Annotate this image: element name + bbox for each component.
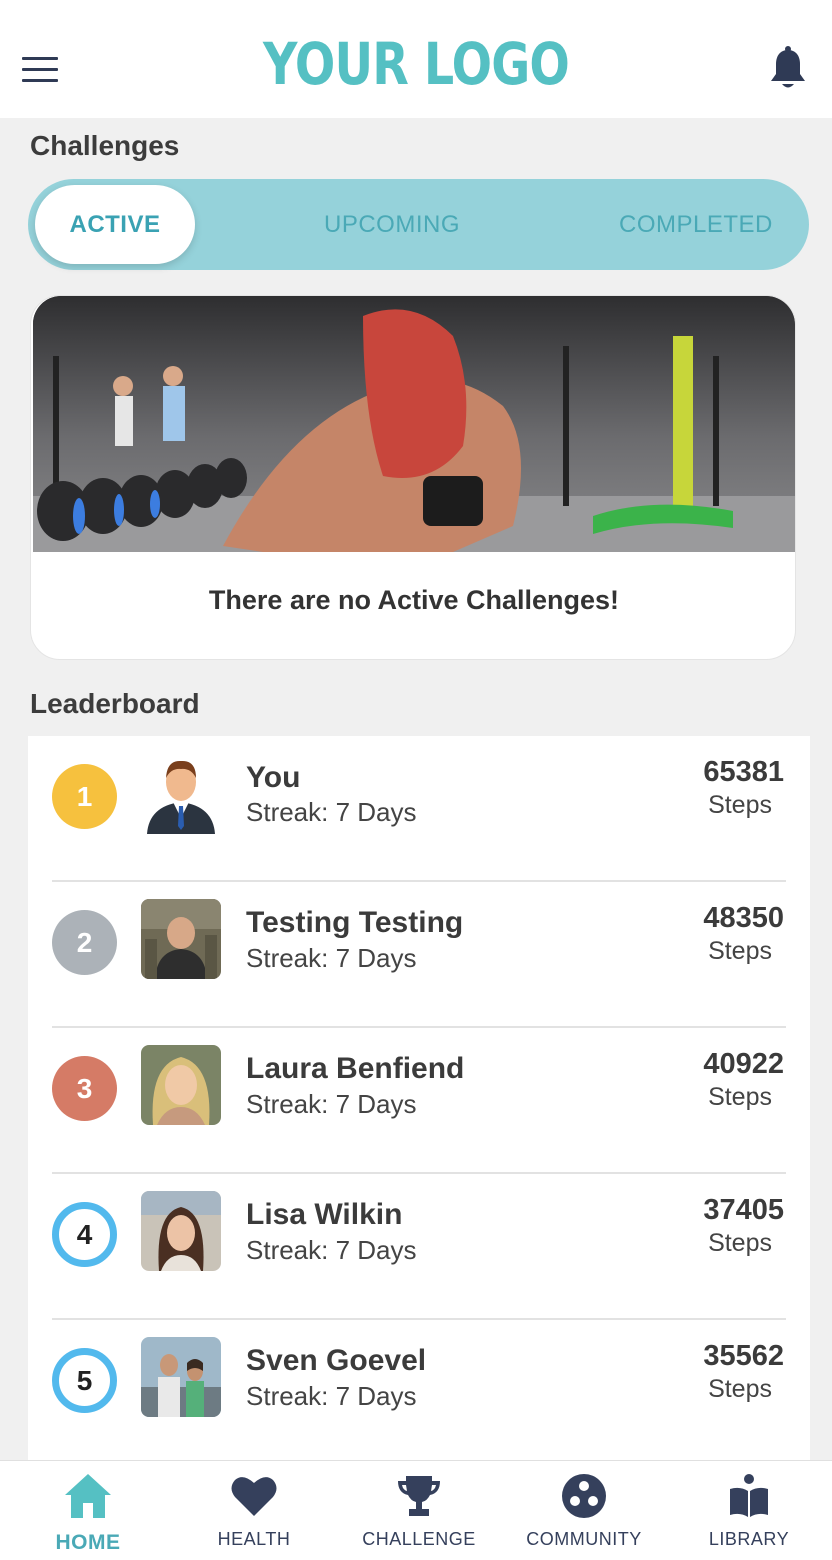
user-streak: Streak: 7 Days bbox=[246, 797, 417, 827]
rank-badge: 3 bbox=[52, 1056, 117, 1121]
avatar bbox=[141, 1191, 221, 1271]
steps-count: 37405 bbox=[703, 1194, 784, 1226]
bottom-navigation: HOME HEALTH CHALLENGE COMMUNITY LIBRARY bbox=[0, 1460, 832, 1560]
rank-badge: 2 bbox=[52, 910, 117, 975]
user-name: Sven Goevel bbox=[246, 1344, 427, 1377]
tab-active[interactable]: ACTIVE bbox=[35, 185, 195, 264]
user-streak: Streak: 7 Days bbox=[246, 1235, 417, 1265]
nav-health[interactable]: HEALTH bbox=[171, 1461, 337, 1560]
user-name: Lisa Wilkin bbox=[246, 1198, 403, 1231]
app-header: YOUR LOGO bbox=[0, 0, 832, 118]
app-logo: YOUR LOGO bbox=[262, 30, 570, 98]
nav-home-label: HOME bbox=[55, 1531, 121, 1554]
steps-label: Steps bbox=[708, 937, 772, 965]
avatar bbox=[141, 1045, 221, 1125]
leaderboard-row[interactable]: 5 Sven Goevel Streak: 7 Days 35562 Steps bbox=[28, 1320, 810, 1466]
heart-icon bbox=[231, 1477, 277, 1516]
nav-home[interactable]: HOME bbox=[5, 1461, 171, 1560]
hamburger-menu-icon[interactable] bbox=[22, 57, 58, 83]
library-icon bbox=[730, 1474, 768, 1517]
avatar bbox=[141, 756, 221, 836]
tab-upcoming[interactable]: UPCOMING bbox=[324, 179, 460, 270]
steps-count: 65381 bbox=[703, 756, 784, 788]
leaderboard-list: 1 You Streak: 7 Days 65381 Steps 2 Testi… bbox=[28, 736, 810, 1476]
gym-banner-image bbox=[33, 296, 795, 552]
user-streak: Streak: 7 Days bbox=[246, 1089, 417, 1119]
nav-health-label: HEALTH bbox=[217, 1529, 291, 1549]
nav-library[interactable]: LIBRARY bbox=[666, 1461, 832, 1560]
steps-label: Steps bbox=[708, 791, 772, 819]
steps-label: Steps bbox=[708, 1229, 772, 1257]
challenges-title: Challenges bbox=[30, 130, 180, 161]
user-name: Laura Benfiend bbox=[246, 1052, 465, 1085]
rank-badge: 1 bbox=[52, 764, 117, 829]
tab-completed[interactable]: COMPLETED bbox=[619, 179, 773, 270]
active-challenges-card: There are no Active Challenges! bbox=[30, 295, 796, 660]
rank-badge: 4 bbox=[52, 1202, 117, 1267]
leaderboard-row[interactable]: 4 Lisa Wilkin Streak: 7 Days 37405 Steps bbox=[28, 1174, 810, 1320]
leaderboard-row[interactable]: 2 Testing Testing Streak: 7 Days 48350 S… bbox=[28, 882, 810, 1028]
avatar bbox=[141, 899, 221, 979]
nav-community[interactable]: COMMUNITY bbox=[501, 1461, 667, 1560]
bell-icon[interactable] bbox=[768, 46, 808, 92]
user-streak: Streak: 7 Days bbox=[246, 943, 417, 973]
steps-label: Steps bbox=[708, 1083, 772, 1111]
trophy-icon bbox=[398, 1476, 440, 1516]
leaderboard-row[interactable]: 3 Laura Benfiend Streak: 7 Days 40922 St… bbox=[28, 1028, 810, 1174]
user-streak: Streak: 7 Days bbox=[246, 1381, 417, 1411]
rank-badge: 5 bbox=[52, 1348, 117, 1413]
nav-challenge[interactable]: CHALLENGE bbox=[336, 1461, 502, 1560]
no-challenges-message: There are no Active Challenges! bbox=[208, 585, 620, 615]
community-icon bbox=[562, 1474, 606, 1518]
leaderboard-row[interactable]: 1 You Streak: 7 Days 65381 Steps bbox=[28, 736, 810, 882]
steps-count: 35562 bbox=[703, 1340, 784, 1372]
nav-challenge-label: CHALLENGE bbox=[362, 1529, 476, 1549]
home-icon bbox=[65, 1474, 111, 1518]
steps-count: 40922 bbox=[703, 1048, 784, 1080]
steps-count: 48350 bbox=[703, 902, 784, 934]
user-name: You bbox=[246, 761, 301, 794]
steps-label: Steps bbox=[708, 1375, 772, 1403]
nav-library-label: LIBRARY bbox=[708, 1529, 790, 1549]
nav-community-label: COMMUNITY bbox=[526, 1529, 642, 1549]
user-name: Testing Testing bbox=[246, 906, 464, 939]
leaderboard-title: Leaderboard bbox=[30, 688, 200, 719]
challenge-tabs: ACTIVE UPCOMING COMPLETED bbox=[28, 179, 809, 270]
avatar bbox=[141, 1337, 221, 1417]
